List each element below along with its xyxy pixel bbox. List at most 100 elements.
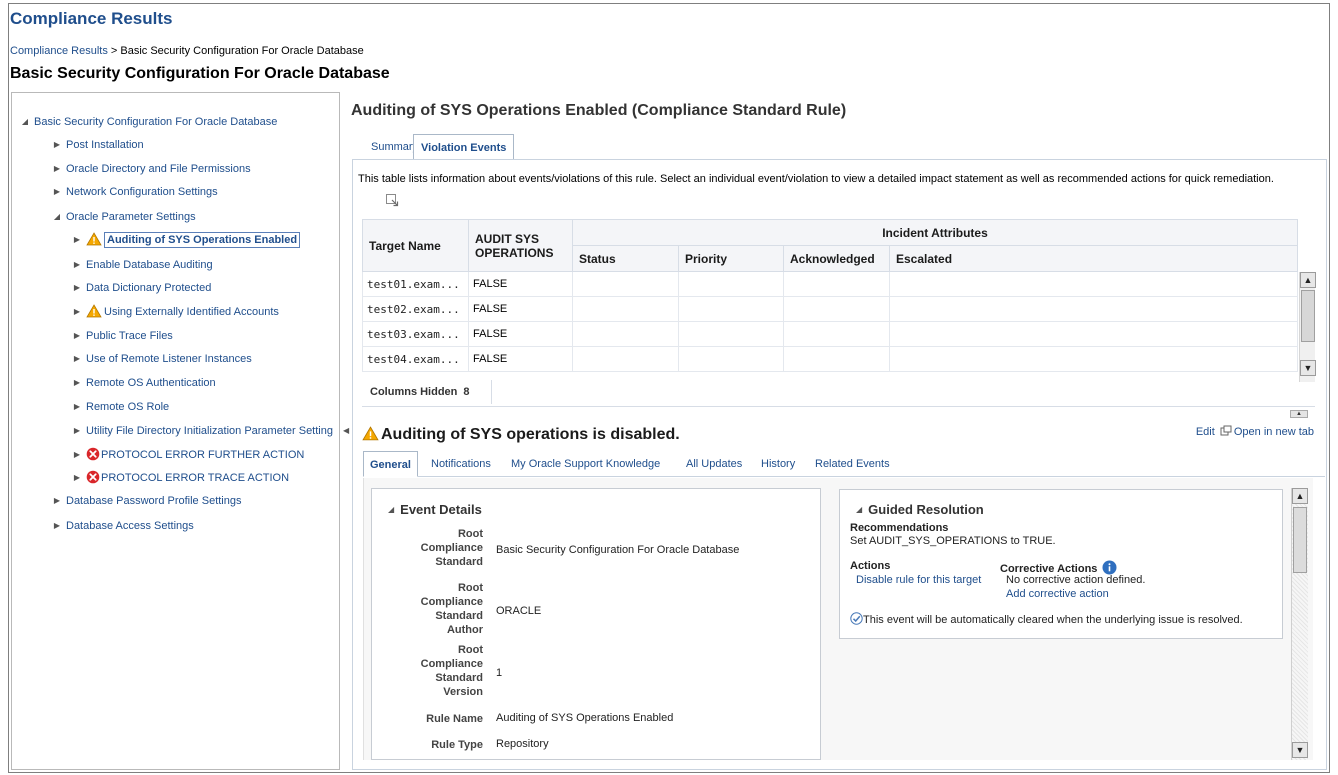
tab-notifications[interactable]: Notifications (425, 451, 497, 477)
scroll-up-arrow-icon[interactable]: ▲ (1292, 488, 1308, 504)
table-row[interactable]: test01.exam... FALSE (362, 271, 1298, 297)
collapsed-triangle-icon[interactable]: ▶ (72, 302, 82, 322)
tree-item-protocol-error-further-action[interactable]: ▶ PROTOCOL ERROR FURTHER ACTION (72, 445, 304, 465)
tree-item-public-trace-files[interactable]: ▶ Public Trace Files (72, 326, 173, 346)
cell-audit-sys-operations: FALSE (468, 346, 573, 372)
column-header-priority[interactable]: Priority (678, 245, 784, 272)
table-scrollbar[interactable]: ▲ ▼ (1299, 272, 1316, 382)
tree-item-password-profile-settings[interactable]: ▶ Database Password Profile Settings (52, 491, 242, 511)
collapsed-triangle-icon[interactable]: ▶ (72, 468, 82, 488)
tree-item-directory-permissions[interactable]: ▶ Oracle Directory and File Permissions (52, 159, 251, 179)
tab-related-events[interactable]: Related Events (809, 451, 896, 477)
collapsed-triangle-icon[interactable]: ▶ (72, 255, 82, 275)
detach-icon[interactable] (385, 193, 399, 207)
guided-resolution-panel: ◢ Guided Resolution Recommendations Set A… (839, 489, 1283, 639)
tree-item-label: Data Dictionary Protected (86, 282, 212, 294)
collapsed-triangle-icon[interactable]: ▶ (52, 182, 62, 202)
info-icon[interactable] (1102, 560, 1117, 575)
guided-resolution-header[interactable]: ◢ Guided Resolution (856, 502, 984, 517)
tab-all-updates[interactable]: All Updates (680, 451, 748, 477)
tree-item-label: Network Configuration Settings (66, 186, 218, 198)
tree-item-remote-listener-instances[interactable]: ▶ Use of Remote Listener Instances (72, 349, 252, 369)
tab-violation-events[interactable]: Violation Events (413, 134, 515, 160)
column-header-status[interactable]: Status (572, 245, 679, 272)
collapsed-triangle-icon[interactable]: ▶ (72, 445, 82, 465)
breadcrumb-link-compliance-results[interactable]: Compliance Results (10, 45, 108, 57)
column-header-escalated[interactable]: Escalated (889, 245, 1298, 272)
event-links: Edit Open in new tab (1196, 425, 1314, 438)
collapsed-triangle-icon[interactable]: ▶ (72, 373, 82, 393)
collapsed-triangle-icon[interactable]: ▶ (72, 230, 82, 250)
violations-table: Target Name AUDIT SYS OPERATIONS Inciden… (362, 219, 1298, 372)
tree-item-remote-os-authentication[interactable]: ▶ Remote OS Authentication (72, 373, 216, 393)
recommendations-label: Recommendations (850, 522, 949, 534)
scrollbar-thumb[interactable] (1301, 290, 1315, 342)
tree-item-auditing-sys-operations[interactable]: ▶ Auditing of SYS Operations Enabled (72, 230, 301, 250)
collapsed-triangle-icon[interactable]: ▶ (72, 397, 82, 417)
error-icon (86, 447, 100, 460)
collapsed-triangle-icon[interactable]: ▶ (72, 326, 82, 346)
tree-item-protocol-error-trace-action[interactable]: ▶ PROTOCOL ERROR TRACE ACTION (72, 468, 289, 488)
expanded-triangle-icon[interactable]: ◢ (20, 112, 30, 132)
table-row[interactable]: test04.exam... FALSE (362, 346, 1298, 372)
field-value-rule-type: Repository (496, 738, 549, 750)
event-details-panel: ◢ Event Details Root Compliance Standard … (371, 488, 821, 760)
column-header-audit-sys-operations[interactable]: AUDIT SYS OPERATIONS (468, 219, 573, 272)
rule-title: Auditing of SYS Operations Enabled (Comp… (351, 102, 847, 119)
event-details-header[interactable]: ◢ Event Details (388, 502, 482, 517)
tree-item-post-installation[interactable]: ▶ Post Installation (52, 135, 144, 155)
collapsed-triangle-icon[interactable]: ▶ (72, 278, 82, 298)
collapsed-triangle-icon[interactable]: ▶ (52, 159, 62, 179)
cell-status (572, 271, 679, 297)
collapse-left-arrow-icon[interactable]: ◀ (343, 425, 349, 437)
cell-acknowledged (783, 296, 890, 322)
table-row[interactable]: test02.exam... FALSE (362, 296, 1298, 322)
cell-status (572, 296, 679, 322)
tree-item-remote-os-role[interactable]: ▶ Remote OS Role (72, 397, 169, 417)
tree-root[interactable]: ◢ Basic Security Configuration For Oracle… (20, 112, 277, 132)
tab-history[interactable]: History (755, 451, 801, 477)
auto-clear-text: This event will be automatically cleared… (863, 614, 1243, 626)
add-corrective-action-link[interactable]: Add corrective action (1006, 588, 1109, 600)
column-header-target-name[interactable]: Target Name (362, 219, 469, 272)
panel-splitter[interactable]: ◀ (341, 92, 349, 770)
expanded-triangle-icon[interactable]: ◢ (856, 505, 862, 514)
compliance-tree-panel: ◢ Basic Security Configuration For Oracle… (11, 92, 340, 770)
tab-my-oracle-support-knowledge[interactable]: My Oracle Support Knowledge (505, 451, 666, 477)
field-label-rule-name: Rule Name (426, 713, 483, 725)
collapsed-triangle-icon[interactable]: ▶ (52, 516, 62, 536)
tree-item-externally-identified-accounts[interactable]: ▶ Using Externally Identified Accounts (72, 302, 279, 322)
field-value-rule-name: Auditing of SYS Operations Enabled (496, 712, 674, 724)
detail-scrollbar[interactable]: ▲ ▼ (1291, 488, 1308, 760)
disable-rule-link[interactable]: Disable rule for this target (856, 574, 981, 586)
tree-item-database-access-settings[interactable]: ▶ Database Access Settings (52, 516, 194, 536)
tree-item-utility-file-directory[interactable]: ▶ Utility File Directory Initialization P… (72, 421, 333, 441)
cell-status (572, 321, 679, 347)
expanded-triangle-icon[interactable]: ◢ (52, 207, 62, 227)
tree-item-label: Database Access Settings (66, 520, 194, 532)
collapsed-triangle-icon[interactable]: ▶ (52, 135, 62, 155)
collapse-pane-icon[interactable]: ▲ (1290, 410, 1308, 418)
error-icon (86, 470, 100, 483)
scroll-down-arrow-icon[interactable]: ▼ (1300, 360, 1316, 376)
collapsed-triangle-icon[interactable]: ▶ (72, 421, 82, 441)
cell-acknowledged (783, 271, 890, 297)
tree-item-oracle-parameter-settings[interactable]: ◢ Oracle Parameter Settings (52, 207, 196, 227)
table-row[interactable]: test03.exam... FALSE (362, 321, 1298, 347)
cell-audit-sys-operations: FALSE (468, 321, 573, 347)
tab-general[interactable]: General (363, 451, 418, 477)
column-header-acknowledged[interactable]: Acknowledged (783, 245, 890, 272)
scroll-up-arrow-icon[interactable]: ▲ (1300, 272, 1316, 288)
tree-item-data-dictionary-protected[interactable]: ▶ Data Dictionary Protected (72, 278, 211, 298)
tree-item-network-configuration[interactable]: ▶ Network Configuration Settings (52, 182, 218, 202)
cell-target-name: test03.exam... (362, 321, 469, 347)
collapsed-triangle-icon[interactable]: ▶ (72, 349, 82, 369)
expanded-triangle-icon[interactable]: ◢ (388, 505, 394, 514)
collapsed-triangle-icon[interactable]: ▶ (52, 491, 62, 511)
columns-hidden[interactable]: Columns Hidden 8 (362, 380, 492, 404)
edit-link[interactable]: Edit (1196, 426, 1215, 438)
scrollbar-thumb[interactable] (1293, 507, 1307, 573)
tree-item-enable-database-auditing[interactable]: ▶ Enable Database Auditing (72, 255, 213, 275)
scroll-down-arrow-icon[interactable]: ▼ (1292, 742, 1308, 758)
open-new-tab-link[interactable]: Open in new tab (1234, 426, 1314, 438)
